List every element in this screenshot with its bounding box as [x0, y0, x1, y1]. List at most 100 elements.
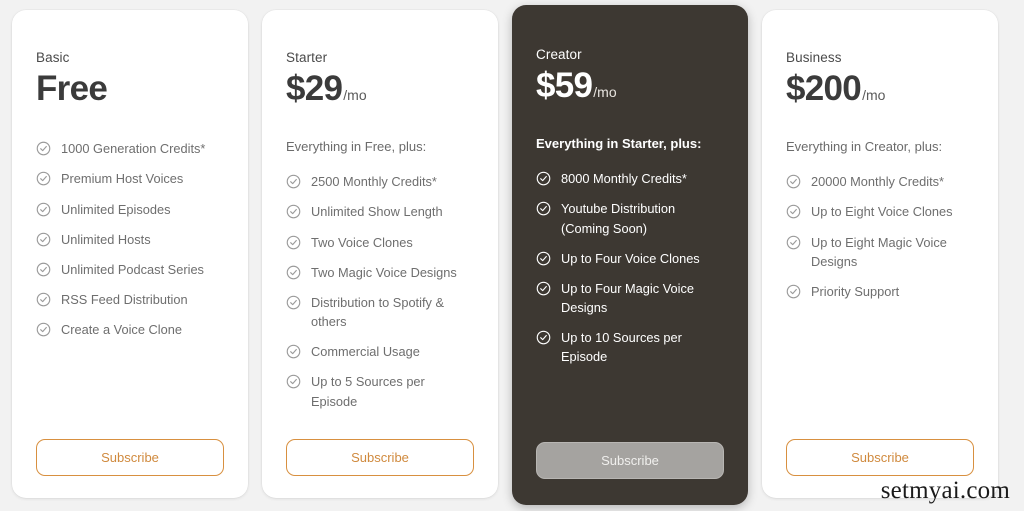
check-circle-icon [786, 172, 801, 189]
plan-billing-period: /mo [593, 84, 617, 100]
feature-label: Create a Voice Clone [61, 322, 182, 338]
check-circle-icon [36, 260, 51, 277]
check-circle-icon [36, 290, 51, 307]
feature-item: Up to Four Magic Voice Designs [536, 279, 724, 317]
check-circle-icon [286, 233, 301, 250]
plan-feature-list: 20000 Monthly Credits* Up to Eight Voice … [786, 172, 974, 425]
check-circle-icon [786, 233, 801, 250]
plan-inclusion-note: Everything in Free, plus: [286, 139, 427, 155]
feature-item: 8000 Monthly Credits* [536, 169, 724, 188]
plan-price: $200 [786, 69, 862, 108]
check-circle-icon [536, 249, 551, 266]
check-circle-icon [36, 320, 51, 337]
plan-price-row: $29/mo [286, 69, 474, 109]
feature-label: 8000 Monthly Credits* [561, 171, 687, 187]
subscribe-button-creator[interactable]: Subscribe [536, 442, 724, 479]
site-watermark: setmyai.com [880, 477, 1010, 504]
feature-item: Create a Voice Clone [36, 320, 224, 339]
check-circle-icon [536, 328, 551, 345]
feature-item: Unlimited Podcast Series [36, 260, 224, 279]
feature-label: Unlimited Episodes [61, 201, 171, 217]
feature-label: 20000 Monthly Credits* [811, 174, 945, 190]
feature-item: Priority Support [786, 282, 974, 301]
feature-item: Unlimited Episodes [36, 200, 224, 219]
feature-label: Premium Host Voices [61, 171, 184, 187]
feature-item: Up to Eight Magic Voice Designs [786, 233, 974, 271]
plan-card-business: Business $200/mo Everything in Creator, pl… [762, 10, 998, 498]
pricing-plans-grid: Basic Free 1000 Generation Credits* Premium… [0, 0, 1024, 511]
feature-item: Two Magic Voice Designs [286, 263, 474, 282]
feature-label: 1000 Generation Credits* [61, 141, 206, 157]
check-circle-icon [786, 202, 801, 219]
feature-label: Distribution to Spotify & others [311, 294, 445, 330]
feature-label: Up to Eight Voice Clones [811, 204, 953, 220]
feature-item: RSS Feed Distribution [36, 290, 224, 309]
plan-price: $59 [536, 66, 593, 105]
feature-item: Unlimited Hosts [36, 230, 224, 249]
feature-label: Up to 5 Sources per Episode [311, 374, 425, 409]
plan-name: Business [786, 50, 842, 65]
check-circle-icon [286, 172, 301, 189]
feature-label: Youtube Distribution (Coming Soon) [561, 201, 676, 236]
plan-price-row: $200/mo [786, 69, 974, 109]
check-circle-icon [286, 372, 301, 389]
plan-price-row: Free [36, 69, 224, 109]
check-circle-icon [536, 199, 551, 216]
plan-feature-list: 1000 Generation Credits* Premium Host Voi… [36, 139, 224, 425]
feature-label: Two Voice Clones [311, 234, 413, 250]
check-circle-icon [286, 342, 301, 359]
check-circle-icon [36, 230, 51, 247]
plan-name: Starter [286, 50, 328, 65]
plan-price: Free [36, 69, 108, 108]
plan-feature-list: 2500 Monthly Credits* Unlimited Show Leng… [286, 172, 474, 425]
subscribe-button-business[interactable]: Subscribe [786, 439, 974, 476]
feature-item: Unlimited Show Length [286, 202, 474, 221]
plan-billing-period: /mo [343, 87, 367, 103]
feature-label: Up to Four Voice Clones [561, 250, 700, 266]
check-circle-icon [36, 139, 51, 156]
plan-card-creator: Creator $59/mo Everything in Starter, plus… [512, 5, 748, 505]
plan-card-basic: Basic Free 1000 Generation Credits* Premium… [12, 10, 248, 498]
subscribe-button-starter[interactable]: Subscribe [286, 439, 474, 476]
feature-label: Commercial Usage [311, 344, 420, 360]
plan-name: Creator [536, 47, 582, 62]
feature-label: Up to 10 Sources per Episode [561, 330, 682, 365]
feature-item: Up to 10 Sources per Episode [536, 328, 724, 366]
feature-item: 20000 Monthly Credits* [786, 172, 974, 191]
feature-item: Distribution to Spotify & others [286, 293, 474, 331]
plan-price: $29 [286, 69, 343, 108]
feature-item: Youtube Distribution (Coming Soon) [536, 199, 724, 237]
plan-inclusion-note: Everything in Starter, plus: [536, 136, 702, 152]
plan-price-row: $59/mo [536, 66, 724, 106]
feature-item: Premium Host Voices [36, 169, 224, 188]
plan-name: Basic [36, 50, 70, 65]
feature-item: 2500 Monthly Credits* [286, 172, 474, 191]
feature-item: 1000 Generation Credits* [36, 139, 224, 158]
feature-item: Up to Eight Voice Clones [786, 202, 974, 221]
feature-label: Up to Four Magic Voice Designs [561, 280, 695, 316]
feature-label: Priority Support [811, 283, 900, 299]
feature-item: Up to Four Voice Clones [536, 249, 724, 268]
check-circle-icon [286, 202, 301, 219]
plan-feature-list: 8000 Monthly Credits* Youtube Distributio… [536, 169, 724, 428]
check-circle-icon [36, 169, 51, 186]
feature-item: Up to 5 Sources per Episode [286, 372, 474, 410]
check-circle-icon [286, 263, 301, 280]
feature-label: 2500 Monthly Credits* [311, 174, 437, 190]
feature-label: RSS Feed Distribution [61, 292, 188, 308]
check-circle-icon [536, 279, 551, 296]
check-circle-icon [786, 282, 801, 299]
plan-inclusion-note: Everything in Creator, plus: [786, 139, 943, 155]
feature-item: Commercial Usage [286, 342, 474, 361]
check-circle-icon [36, 200, 51, 217]
check-circle-icon [536, 169, 551, 186]
feature-item: Two Voice Clones [286, 233, 474, 252]
plan-billing-period: /mo [862, 87, 886, 103]
feature-label: Two Magic Voice Designs [311, 264, 457, 280]
feature-label: Unlimited Hosts [61, 231, 151, 247]
subscribe-button-basic[interactable]: Subscribe [36, 439, 224, 476]
check-circle-icon [286, 293, 301, 310]
feature-label: Unlimited Podcast Series [61, 262, 204, 277]
plan-card-starter: Starter $29/mo Everything in Free, plus: 25… [262, 10, 498, 498]
feature-label: Up to Eight Magic Voice Designs [811, 234, 947, 269]
